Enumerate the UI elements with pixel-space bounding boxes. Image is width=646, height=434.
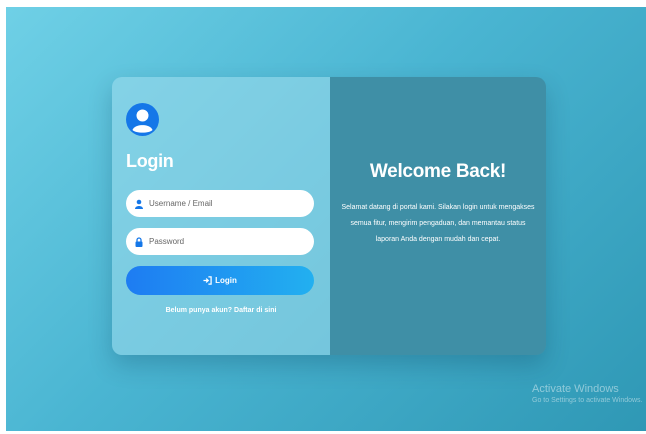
login-screen: Login Username / Email Login Belum punya… <box>6 7 646 431</box>
register-link[interactable]: Daftar di sini <box>234 307 276 314</box>
login-button[interactable]: Login <box>126 266 314 295</box>
login-title: Login <box>126 151 174 171</box>
windows-activation-watermark: Activate Windows Go to Settings to activ… <box>532 383 643 404</box>
password-input[interactable] <box>149 237 309 246</box>
register-prompt: Belum punya akun? Daftar di sini <box>112 307 330 314</box>
user-icon <box>135 199 143 209</box>
welcome-panel: Welcome Back! Selamat datang di portal k… <box>330 77 546 355</box>
watermark-title: Activate Windows <box>532 383 619 395</box>
password-field[interactable] <box>126 228 314 255</box>
register-prompt-text: Belum punya akun? <box>165 307 233 314</box>
login-button-label: Login <box>215 276 237 285</box>
username-field[interactable] <box>126 190 314 217</box>
user-circle-icon <box>126 103 159 136</box>
welcome-text: Selamat datang di portal kami. Silakan l… <box>341 204 535 243</box>
welcome-title: Welcome Back! <box>369 161 507 182</box>
watermark-subtitle: Go to Settings to activate Windows. <box>532 397 643 404</box>
lock-icon <box>135 236 143 247</box>
sign-in-icon <box>203 276 212 285</box>
username-input[interactable] <box>149 199 309 208</box>
login-card: Login Username / Email Login Belum punya… <box>112 77 546 355</box>
login-panel: Login Username / Email Login Belum punya… <box>112 77 330 355</box>
